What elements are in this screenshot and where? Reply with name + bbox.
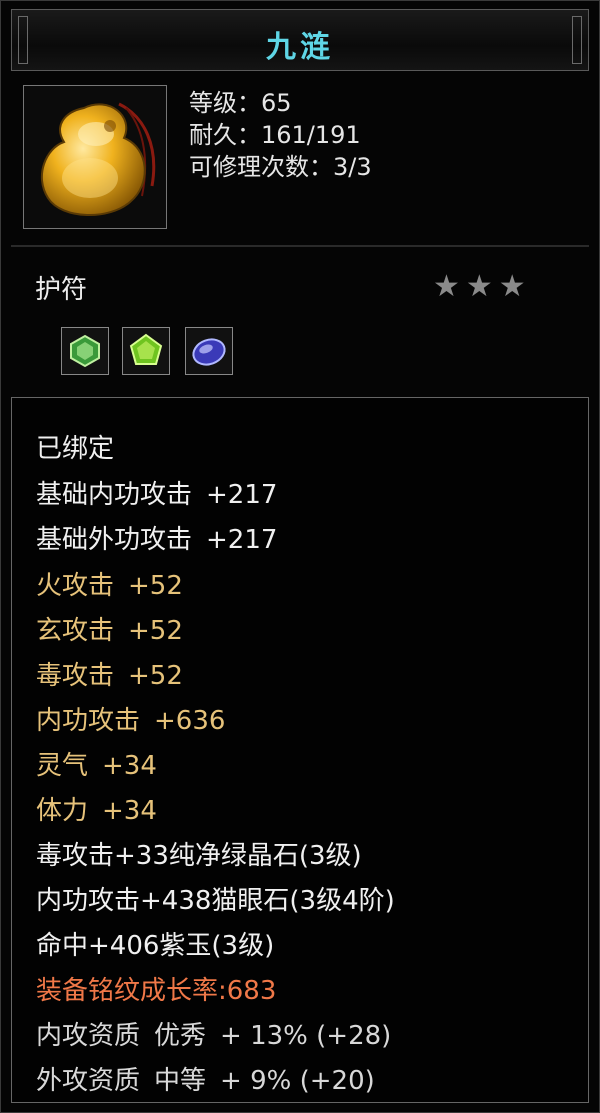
attr-value: +52 [128,571,183,601]
attr-xuan: 玄攻击 +52 [36,610,183,647]
attr-base-outer: 基础外功攻击 +217 [36,519,277,556]
lime-gem-icon[interactable] [122,327,170,375]
attr-label: 基础外功攻击 [36,525,193,555]
attr-label: 毒攻击 [36,661,115,691]
attr-value: +636 [154,706,226,736]
growth-rate: 装备铭纹成长率:683 [36,976,277,1006]
attr-value: +217 [206,525,278,555]
attr-spirit: 灵气 +34 [36,745,157,782]
attr-poison: 毒攻击 +52 [36,655,183,692]
attr-value: +52 [128,616,183,646]
durability-text: 耐久：161/191 [189,121,361,149]
item-name: 九涟 [266,30,334,65]
attr-value: +217 [206,480,278,510]
title-bar: 九涟 [11,9,589,71]
star-rating: ★★★ [433,269,532,304]
attr-label: 灵气 [36,751,89,781]
attr-inner: 内功攻击 +636 [36,700,225,737]
item-type: 护符 [35,275,88,305]
green-gem-icon[interactable] [61,327,109,375]
attr-label: 玄攻击 [36,616,115,646]
purple-gem-icon[interactable] [185,327,233,375]
quality-grade: 优秀 [154,1021,207,1051]
attr-value: +34 [102,796,157,826]
amulet-icon [23,85,167,229]
attribute-panel: 已绑定 基础内功攻击 +217 基础外功攻击 +217 火攻击 +52 玄攻击 +52 … [11,397,589,1103]
attr-label: 基础内功攻击 [36,480,193,510]
item-tooltip: 九涟 等级：65 耐久：161/191 可修理次数：3/3 护符 ★★★ 已绑定… [0,0,600,1113]
quality-grade: 中等 [154,1066,207,1096]
gem-bonus-hit: 命中+406紫玉(3级) [36,931,275,961]
attr-base-inner: 基础内功攻击 +217 [36,474,277,511]
item-stats: 等级：65 耐久：161/191 可修理次数：3/3 [189,87,372,183]
quality-value: + 13% (+28) [220,1021,392,1051]
attr-value: +52 [128,661,183,691]
attr-label: 内功攻击 [36,706,141,736]
gem-bonus-poison: 毒攻击+33纯净绿晶石(3级) [36,841,362,871]
repair-count-text: 可修理次数：3/3 [189,153,372,181]
bound-status: 已绑定 [36,434,115,464]
attr-value: +34 [102,751,157,781]
quality-label: 外攻资质 [36,1066,141,1096]
attr-label: 体力 [36,796,89,826]
divider [11,245,589,247]
level-text: 等级：65 [189,89,292,117]
quality-label: 内攻资质 [36,1021,141,1051]
gem-bonus-inner: 内功攻击+438猫眼石(3级4阶) [36,886,395,916]
attr-stamina: 体力 +34 [36,790,157,827]
attr-label: 火攻击 [36,571,115,601]
quality-value: + 9% (+20) [220,1066,375,1096]
inner-quality: 内攻资质 优秀 + 13% (+28) [36,1015,391,1052]
outer-quality: 外攻资质 中等 + 9% (+20) [36,1060,375,1097]
attr-fire: 火攻击 +52 [36,565,183,602]
